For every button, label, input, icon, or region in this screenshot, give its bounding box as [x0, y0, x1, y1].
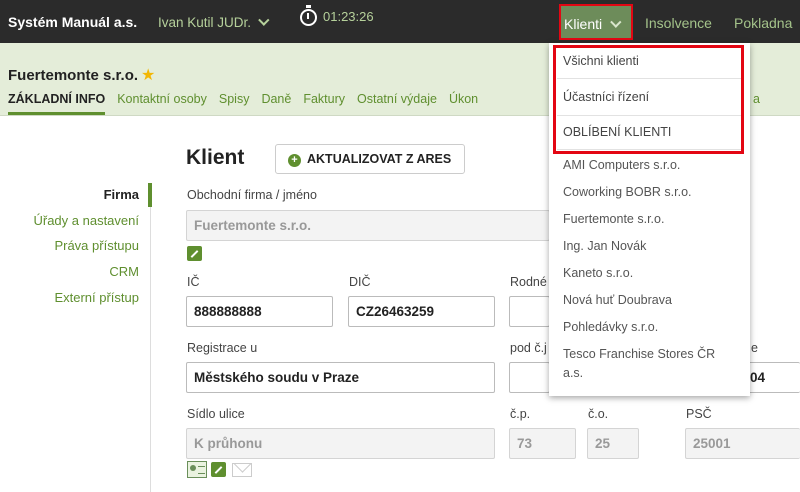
- registrace-field[interactable]: Městského soudu v Praze: [186, 362, 495, 393]
- sidenav-item-externi[interactable]: Externí přístup: [54, 290, 139, 305]
- dic-field[interactable]: CZ26463259: [348, 296, 495, 327]
- sidenav-item-prava[interactable]: Práva přístupu: [54, 238, 139, 253]
- ic-field[interactable]: 888888888: [186, 296, 333, 327]
- client-item[interactable]: Coworking BOBR s.r.o.: [563, 185, 692, 199]
- nav-klienti[interactable]: Klienti: [559, 4, 633, 40]
- timer[interactable]: 01:23:26: [300, 5, 374, 26]
- client-item[interactable]: Pohledávky s.r.o.: [563, 320, 658, 334]
- timer-value: 01:23:26: [323, 9, 374, 24]
- plus-icon: +: [288, 154, 301, 167]
- user-name: Ivan Kutil JUDr.: [158, 15, 252, 30]
- tab-ostatni-vydaje[interactable]: Ostatní výdaje: [357, 92, 437, 112]
- chevron-down-icon: [610, 16, 622, 28]
- client-item[interactable]: Tesco Franchise Stores ČR: [563, 347, 715, 361]
- co-label: č.o.: [588, 407, 609, 421]
- tab-faktury[interactable]: Faktury: [303, 92, 345, 112]
- tab-ukony[interactable]: Úkon: [449, 92, 478, 112]
- tab-zakladni-info[interactable]: ZÁKLADNÍ INFO: [8, 92, 106, 115]
- cp-label: č.p.: [510, 407, 531, 421]
- rodne-field[interactable]: [509, 296, 550, 327]
- company-field[interactable]: Fuertemonte s.r.o.: [186, 210, 550, 241]
- ares-update-button[interactable]: + AKTUALIZOVAT Z ARES: [275, 144, 465, 174]
- nav-klienti-label: Klienti: [564, 16, 603, 32]
- client-item[interactable]: Nová huť Doubrava: [563, 293, 672, 307]
- tab-truncated[interactable]: a: [753, 92, 760, 112]
- co-field[interactable]: 25: [587, 428, 639, 459]
- mail-icon[interactable]: [232, 463, 252, 477]
- ic-label: IČ: [187, 275, 200, 289]
- e-label: e: [751, 341, 758, 355]
- client-name: Fuertemonte s.r.o.: [8, 67, 139, 84]
- sidlo-field[interactable]: K průhonu: [186, 428, 495, 459]
- side-nav: Firma Úřady a nastavení Práva přístupu C…: [0, 183, 152, 492]
- brand-name[interactable]: Systém Manuál a.s.: [8, 14, 137, 30]
- sidenav-item-firma[interactable]: Firma: [104, 187, 139, 202]
- ares-button-label: AKTUALIZOVAT Z ARES: [307, 152, 452, 166]
- edit-icon[interactable]: [187, 246, 202, 261]
- stopwatch-icon: [300, 5, 317, 26]
- address-card-icon[interactable]: [187, 461, 207, 478]
- client-item[interactable]: AMI Computers s.r.o.: [563, 158, 680, 172]
- client-item[interactable]: Ing. Jan Novák: [563, 239, 646, 253]
- tab-spisy[interactable]: Spisy: [219, 92, 250, 112]
- psc-field[interactable]: 25001: [685, 428, 800, 459]
- psc-label: PSČ: [686, 407, 712, 421]
- pod-cj-field[interactable]: [509, 362, 550, 393]
- client-tabs: ZÁKLADNÍ INFO Kontaktní osoby Spisy Daně Fak…: [8, 92, 490, 115]
- tab-dane[interactable]: Daně: [261, 92, 291, 112]
- pod-cj-label: pod č.j: [510, 341, 547, 355]
- user-menu[interactable]: Ivan Kutil JUDr.: [158, 14, 270, 30]
- client-title: Fuertemonte s.r.o. ★: [8, 65, 155, 85]
- sidenav-item-crm[interactable]: CRM: [109, 264, 139, 279]
- company-label: Obchodní firma / jméno: [187, 188, 317, 202]
- section-title: Klient: [186, 146, 245, 169]
- client-item[interactable]: Kaneto s.r.o.: [563, 266, 633, 280]
- nav-insolvence[interactable]: Insolvence: [645, 15, 712, 31]
- dic-label: DIČ: [349, 275, 371, 289]
- rodne-label: Rodné: [510, 275, 547, 289]
- client-item[interactable]: Fuertemonte s.r.o.: [563, 212, 664, 226]
- chevron-down-icon: [258, 14, 270, 26]
- sidlo-label: Sídlo ulice: [187, 407, 245, 421]
- sidenav-item-urady[interactable]: Úřady a nastavení: [33, 213, 139, 228]
- cp-field[interactable]: 73: [509, 428, 576, 459]
- edit-icon[interactable]: [211, 462, 226, 477]
- star-icon[interactable]: ★: [141, 67, 155, 84]
- registrace-label: Registrace u: [187, 341, 258, 355]
- top-bar: Systém Manuál a.s. Ivan Kutil JUDr. 01:2…: [0, 0, 800, 43]
- highlight-box: [553, 45, 744, 154]
- tab-kontaktni-osoby[interactable]: Kontaktní osoby: [117, 92, 207, 112]
- client-item-continuation: a.s.: [563, 366, 584, 380]
- nav-pokladna[interactable]: Pokladna: [734, 15, 792, 31]
